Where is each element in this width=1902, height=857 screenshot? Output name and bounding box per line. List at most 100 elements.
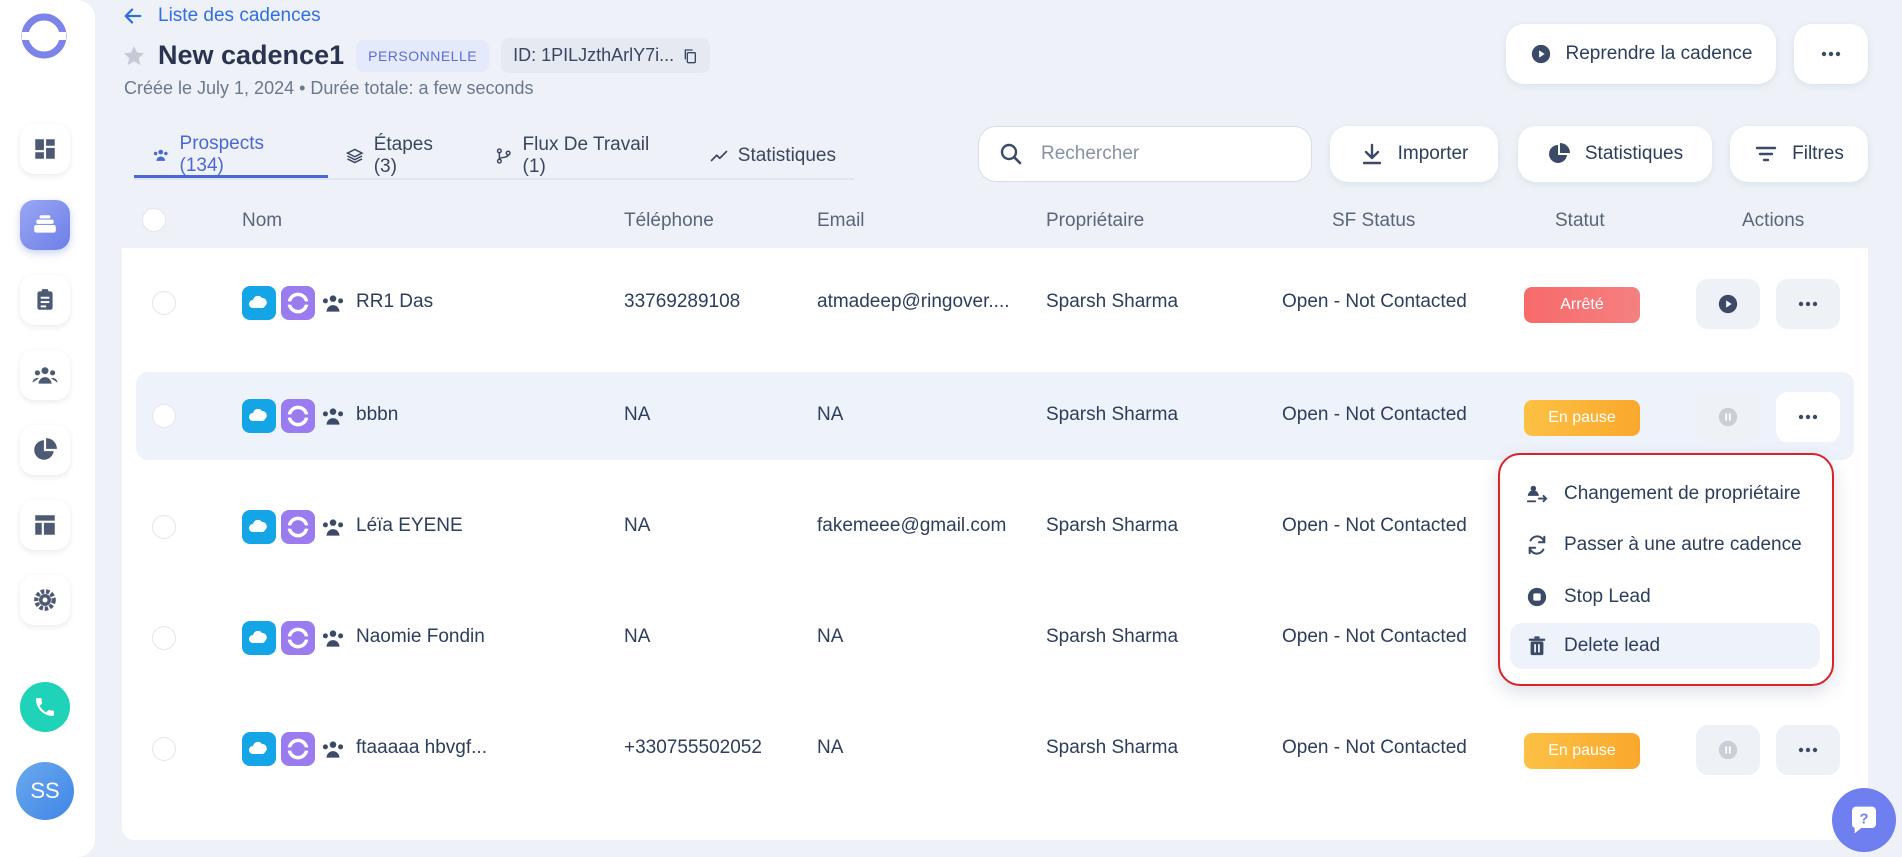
resume-cadence-label: Reprendre la cadence <box>1565 43 1753 64</box>
group-icon <box>322 519 344 536</box>
tab-prospects[interactable]: Prospects (134) <box>134 133 329 178</box>
row-checkbox[interactable] <box>152 737 176 761</box>
search-box[interactable] <box>978 126 1312 182</box>
lead-phone: NA <box>624 515 651 536</box>
statistics-label: Statistiques <box>1584 143 1684 164</box>
group-icon <box>322 630 344 647</box>
select-all-checkbox[interactable] <box>142 208 166 232</box>
ringover-icon <box>281 510 315 544</box>
lead-more-button[interactable] <box>1776 392 1840 442</box>
source-icons <box>242 732 346 766</box>
lead-email: NA <box>817 404 844 425</box>
nav-dashboard[interactable] <box>20 124 70 174</box>
cadence-subtitle: Créée le July 1, 2024 • Durée totale: a … <box>124 78 534 98</box>
table-row[interactable]: RR1 Das 33769289108 atmadeep@ringover...… <box>136 259 1854 347</box>
resume-lead-button[interactable] <box>1696 279 1760 329</box>
gear-icon <box>34 589 56 611</box>
pause-lead-button[interactable] <box>1696 725 1760 775</box>
menu-move-cadence[interactable]: Passer à une autre cadence <box>1510 522 1820 568</box>
pause-circle-icon <box>1718 740 1738 760</box>
lead-phone: NA <box>624 404 651 425</box>
copy-icon[interactable] <box>682 48 698 64</box>
owner-change-icon <box>1526 485 1548 503</box>
menu-stop-lead[interactable]: Stop Lead <box>1510 574 1820 620</box>
table-row[interactable]: ftaaaaa hbvgf... +330755502052 NA Sparsh… <box>136 705 1854 793</box>
help-chat-icon: ? <box>1851 806 1876 834</box>
nav-people[interactable] <box>20 350 70 400</box>
lead-owner: Sparsh Sharma <box>1046 291 1179 312</box>
tab-workflow[interactable]: Flux De Travail (1) <box>477 134 692 178</box>
nav-tasks[interactable] <box>20 275 70 325</box>
layers-icon <box>346 148 364 164</box>
filters-label: Filtres <box>1792 143 1844 164</box>
lead-sf-status: Open - Not Contacted <box>1282 626 1467 647</box>
tab-steps-label: Étapes (3) <box>373 134 433 177</box>
stop-icon <box>1527 587 1547 607</box>
nav-templates[interactable] <box>20 500 70 550</box>
row-checkbox[interactable] <box>152 515 176 539</box>
statistics-button[interactable]: Statistiques <box>1518 126 1712 182</box>
pause-lead-button[interactable] <box>1696 392 1760 442</box>
nav-settings[interactable] <box>20 575 70 625</box>
trash-icon <box>1528 636 1546 656</box>
tab-steps[interactable]: Étapes (3) <box>328 134 477 178</box>
source-icons <box>242 621 346 655</box>
tab-statistics[interactable]: Statistiques <box>692 134 854 178</box>
more-horizontal-icon <box>1821 51 1841 57</box>
salesforce-icon <box>242 286 276 320</box>
import-button[interactable]: Importer <box>1330 126 1498 182</box>
nav-cadences[interactable] <box>20 200 70 250</box>
page-title: New cadence1 <box>158 40 345 70</box>
lead-more-button[interactable] <box>1776 279 1840 329</box>
refresh-icon <box>1528 535 1546 555</box>
lead-sf-status: Open - Not Contacted <box>1282 404 1467 425</box>
more-horizontal-icon <box>1798 747 1818 753</box>
source-icons <box>242 399 346 433</box>
resume-cadence-button[interactable]: Reprendre la cadence <box>1506 24 1776 84</box>
trend-icon <box>710 150 728 162</box>
lead-email: NA <box>817 737 844 758</box>
filters-button[interactable]: Filtres <box>1730 126 1868 182</box>
col-actions: Actions <box>1742 210 1805 231</box>
cadence-more-button[interactable] <box>1794 24 1868 84</box>
dashboard-icon <box>35 139 55 159</box>
lead-name[interactable]: Léïa EYENE <box>356 515 463 537</box>
pie-chart-icon <box>1548 143 1570 163</box>
people-icon <box>32 367 58 384</box>
import-label: Importer <box>1397 143 1469 164</box>
back-to-cadence-list[interactable]: Liste des cadences <box>122 5 321 27</box>
salesforce-icon <box>242 399 276 433</box>
row-checkbox[interactable] <box>152 291 176 315</box>
lead-email: NA <box>817 626 844 647</box>
download-icon <box>1362 143 1381 165</box>
salesforce-icon <box>242 621 276 655</box>
row-checkbox[interactable] <box>152 626 176 650</box>
lead-name[interactable]: Naomie Fondin <box>356 626 485 648</box>
user-avatar[interactable]: SS <box>16 762 74 820</box>
col-phone: Téléphone <box>624 210 714 231</box>
more-horizontal-icon <box>1798 301 1818 307</box>
help-button[interactable]: ? <box>1832 788 1896 852</box>
nav-reports[interactable] <box>20 425 70 475</box>
app-logo[interactable] <box>20 12 68 60</box>
lead-name[interactable]: ftaaaaa hbvgf... <box>356 737 487 759</box>
lead-sf-status: Open - Not Contacted <box>1282 515 1467 536</box>
more-horizontal-icon <box>1798 414 1818 420</box>
star-icon[interactable] <box>122 44 146 68</box>
lead-name[interactable]: RR1 Das <box>356 291 433 313</box>
tab-statistics-label: Statistiques <box>737 145 836 166</box>
row-checkbox[interactable] <box>152 404 176 428</box>
ringover-icon <box>281 621 315 655</box>
lead-name[interactable]: bbbn <box>356 404 398 426</box>
phone-button[interactable] <box>20 682 70 732</box>
col-status: Statut <box>1555 210 1605 231</box>
cadence-id-text: ID: 1PILJzthArlY7i... <box>513 45 675 65</box>
menu-change-owner[interactable]: Changement de propriétaire <box>1510 471 1820 517</box>
table-row[interactable]: bbbn NA NA Sparsh Sharma Open - Not Cont… <box>136 372 1854 460</box>
menu-delete-lead[interactable]: Delete lead <box>1510 623 1820 669</box>
salesforce-icon <box>242 732 276 766</box>
search-input[interactable] <box>1041 143 1271 165</box>
tab-workflow-label: Flux De Travail (1) <box>522 134 650 177</box>
lead-more-button[interactable] <box>1776 725 1840 775</box>
svg-text:?: ? <box>1860 811 1869 827</box>
